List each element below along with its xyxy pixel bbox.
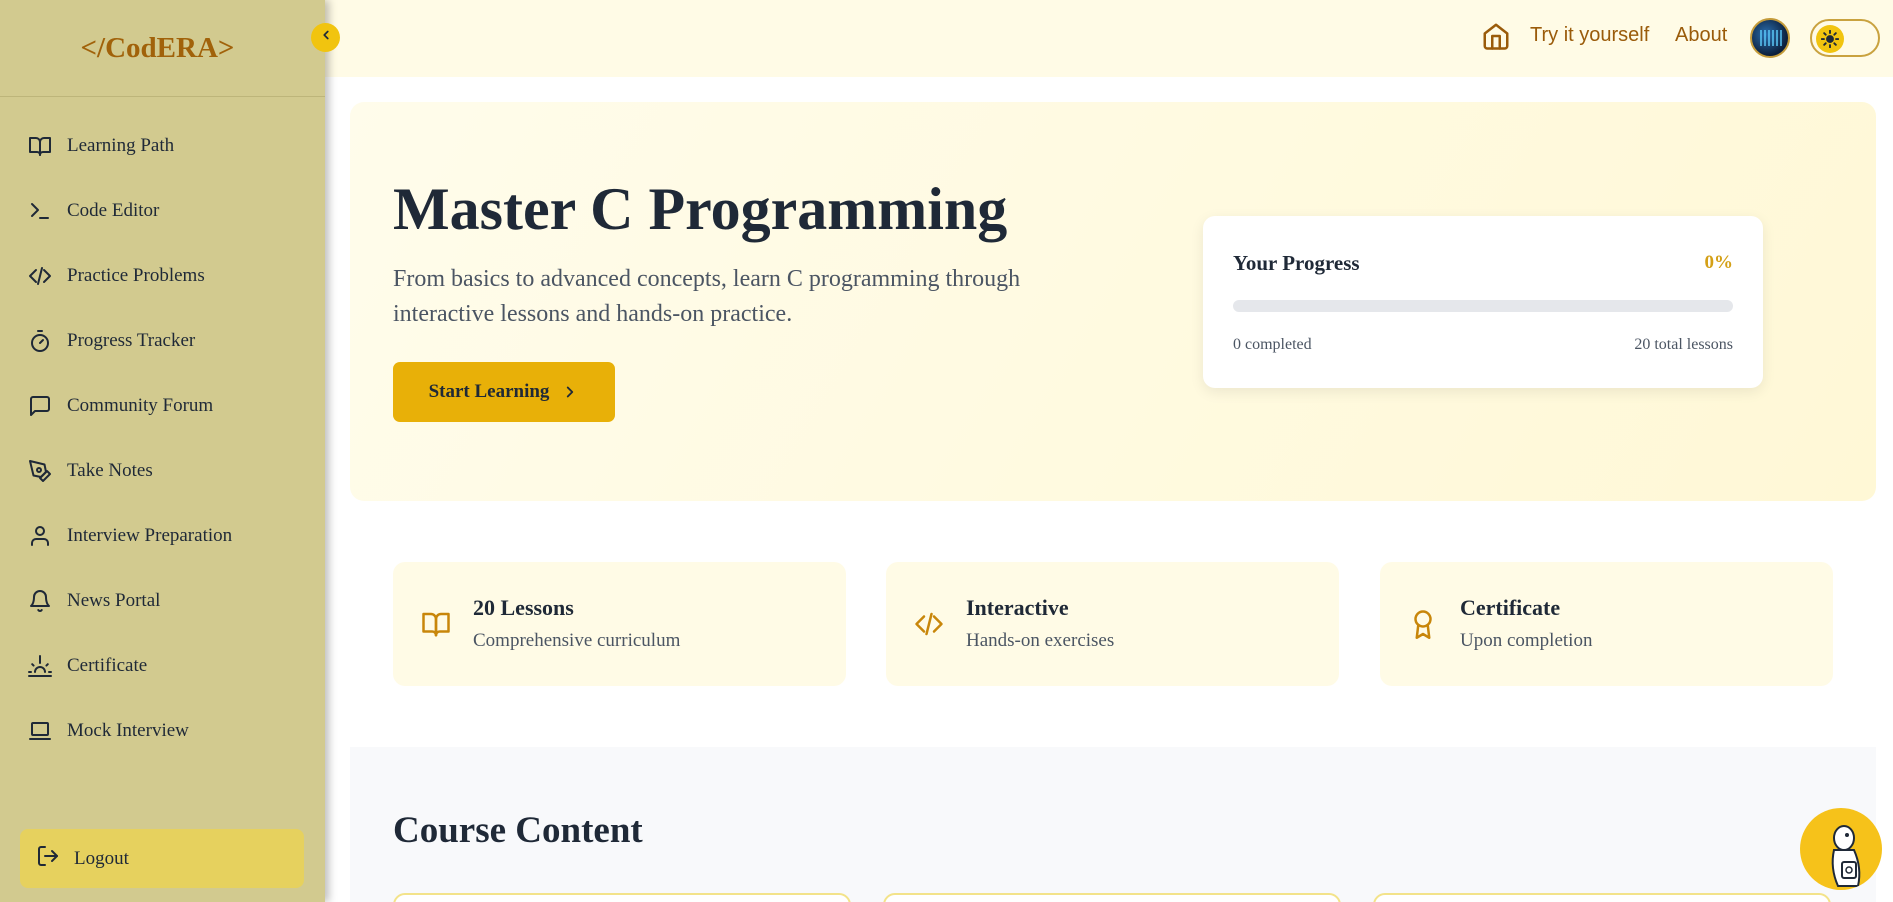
try-it-yourself-link[interactable]: Try it yourself [1530, 24, 1649, 47]
course-card[interactable] [393, 893, 851, 902]
sidebar-item-label: Code Editor [67, 199, 160, 221]
book-open-icon [421, 609, 451, 644]
start-learning-label: Start Learning [428, 381, 550, 402]
progress-percent: 0% [1704, 252, 1734, 273]
feature-title: 20 Lessons [473, 595, 574, 620]
hero-subtitle: From basics to advanced concepts, learn … [393, 266, 1021, 327]
sidebar-item-news-portal[interactable]: News Portal [0, 568, 325, 633]
pen-tool-icon [28, 459, 52, 483]
chevron-right-icon [567, 386, 574, 398]
sidebar-collapse-button[interactable] [311, 23, 340, 52]
sidebar-item-progress-tracker[interactable]: Progress Tracker [0, 308, 325, 373]
about-link[interactable]: About [1675, 24, 1727, 47]
award-icon [1408, 609, 1438, 644]
sidebar-item-interview-preparation[interactable]: Interview Preparation [0, 503, 325, 568]
theme-toggle[interactable] [1810, 19, 1880, 57]
progress-title: Your Progress [1233, 251, 1360, 275]
feature-card-lessons: 20 Lessons Comprehensive curriculum [393, 562, 846, 686]
sidebar-item-label: Practice Problems [67, 264, 205, 286]
sidebar-item-label: Mock Interview [67, 719, 189, 741]
bell-icon [28, 589, 52, 613]
mascot-icon [1831, 825, 1861, 887]
log-out-icon [36, 844, 60, 873]
sidebar-item-label: News Portal [67, 589, 161, 611]
code-icon [914, 609, 944, 644]
hero-title: Master C Programming [393, 176, 1008, 242]
code-icon [28, 264, 52, 288]
sunrise-icon [28, 654, 52, 678]
sidebar: </CodERA> Learning Path Code Editor Prac… [0, 0, 325, 902]
book-open-icon [28, 134, 52, 158]
feature-title: Certificate [1460, 595, 1561, 620]
top-header: Try it yourself About [325, 0, 1893, 77]
feature-card-interactive: Interactive Hands-on exercises [886, 562, 1339, 686]
start-learning-button[interactable]: Start Learning [393, 362, 615, 422]
feature-card-certificate: Certificate Upon completion [1380, 562, 1833, 686]
laptop-icon [28, 719, 52, 743]
chatbot-mascot-button[interactable] [1800, 808, 1882, 890]
home-icon[interactable] [1481, 21, 1511, 56]
course-content-section: Course Content [350, 747, 1876, 902]
progress-card: Your Progress 0% 0 completed 20 total le… [1203, 216, 1763, 388]
progress-completed: 0 completed [1233, 336, 1312, 353]
course-card[interactable] [1373, 893, 1831, 902]
sidebar-item-take-notes[interactable]: Take Notes [0, 438, 325, 503]
sidebar-item-label: Community Forum [67, 394, 214, 416]
avatar[interactable] [1750, 18, 1790, 58]
sidebar-item-label: Interview Preparation [67, 524, 233, 546]
course-card[interactable] [883, 893, 1341, 902]
sidebar-item-label: Certificate [67, 654, 148, 676]
progress-bar [1233, 300, 1733, 312]
terminal-icon [28, 199, 52, 223]
user-icon [28, 524, 52, 548]
sidebar-item-label: Learning Path [67, 134, 175, 156]
sidebar-item-learning-path[interactable]: Learning Path [0, 113, 325, 178]
sidebar-item-certificate[interactable]: Certificate [0, 633, 325, 698]
sidebar-item-community-forum[interactable]: Community Forum [0, 373, 325, 438]
sidebar-nav: Learning Path Code Editor Practice Probl… [0, 113, 325, 763]
feature-subtitle: Upon completion [1460, 630, 1593, 651]
progress-total: 20 total lessons [1634, 336, 1733, 353]
sidebar-item-mock-interview[interactable]: Mock Interview [0, 698, 325, 763]
logout-label: Logout [74, 847, 129, 869]
sun-icon [1816, 25, 1844, 53]
feature-title: Interactive [966, 595, 1069, 620]
course-content-title: Course Content [393, 810, 643, 851]
feature-subtitle: Hands-on exercises [966, 630, 1115, 651]
sidebar-item-label: Progress Tracker [67, 329, 196, 351]
message-square-icon [28, 394, 52, 418]
timer-icon [28, 329, 52, 353]
app-logo[interactable]: </CodERA> [0, 0, 325, 97]
feature-subtitle: Comprehensive curriculum [473, 630, 681, 651]
sidebar-item-practice-problems[interactable]: Practice Problems [0, 243, 325, 308]
sidebar-item-label: Take Notes [67, 459, 153, 481]
hero-section: Master C Programming From basics to adva… [350, 102, 1876, 501]
chevron-left-icon [319, 28, 333, 47]
sidebar-item-code-editor[interactable]: Code Editor [0, 178, 325, 243]
logout-button[interactable]: Logout [20, 829, 304, 888]
